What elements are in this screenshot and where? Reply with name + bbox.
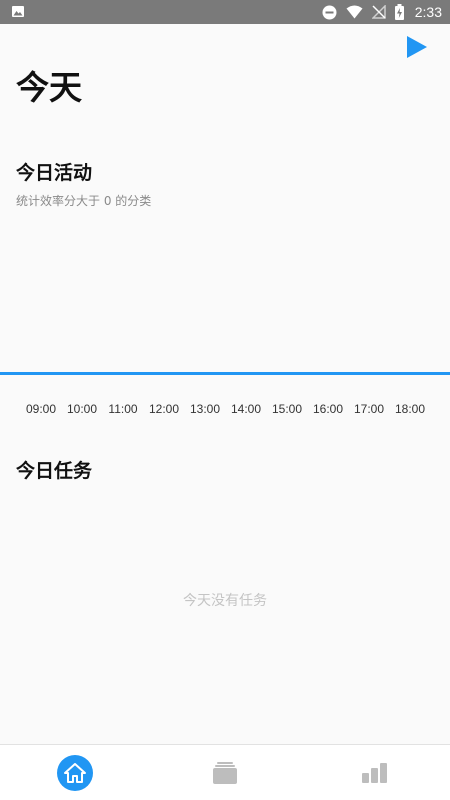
timeline-hour-label: 09:00	[25, 402, 57, 416]
timeline-hour-label: 10:00	[66, 402, 98, 416]
timeline-hour-label: 18:00	[394, 402, 426, 416]
page-title: 今天	[16, 68, 82, 107]
gallery-icon	[12, 6, 24, 17]
timeline-hour-label: 14:00	[230, 402, 262, 416]
do-not-disturb-icon	[322, 5, 337, 19]
timeline-hour-label: 13:00	[189, 402, 221, 416]
activity-subtitle: 统计效率分大于 0 的分类	[16, 194, 152, 208]
play-button[interactable]	[406, 36, 428, 58]
timeline-hour-label: 11:00	[108, 402, 138, 416]
timeline-hour-label: 12:00	[148, 402, 180, 416]
timeline-hour-label: 17:00	[353, 402, 385, 416]
status-bar: 2:33	[0, 0, 450, 24]
app-screen: 2:33 今天 今日活动 统计效率分大于 0 的分类 09:00 10:00 1…	[0, 0, 450, 800]
no-signal-icon	[371, 5, 386, 19]
status-time: 2:33	[414, 4, 442, 20]
nav-tasks[interactable]	[150, 745, 300, 800]
task-stack-icon	[213, 761, 237, 784]
bottom-navigation	[0, 744, 450, 800]
empty-tasks-message: 今天没有任务	[183, 593, 267, 609]
home-active-indicator	[57, 754, 93, 791]
status-icons: 2:33	[322, 0, 442, 24]
timeline-axis: 09:00 10:00 11:00 12:00 13:00 14:00 15:0…	[0, 402, 450, 418]
stats-bars-icon	[362, 762, 387, 783]
timeline-hour-label: 15:00	[271, 402, 303, 416]
nav-stats[interactable]	[300, 745, 450, 800]
nav-home[interactable]	[0, 745, 150, 800]
wifi-icon	[346, 5, 363, 19]
tasks-section-title: 今日任务	[16, 460, 93, 482]
home-icon	[64, 762, 86, 783]
play-icon	[407, 36, 427, 58]
activity-section-title: 今日活动	[16, 162, 93, 184]
battery-charging-icon	[394, 4, 404, 20]
timeline-line	[0, 372, 450, 375]
timeline-hour-label: 16:00	[312, 402, 344, 416]
